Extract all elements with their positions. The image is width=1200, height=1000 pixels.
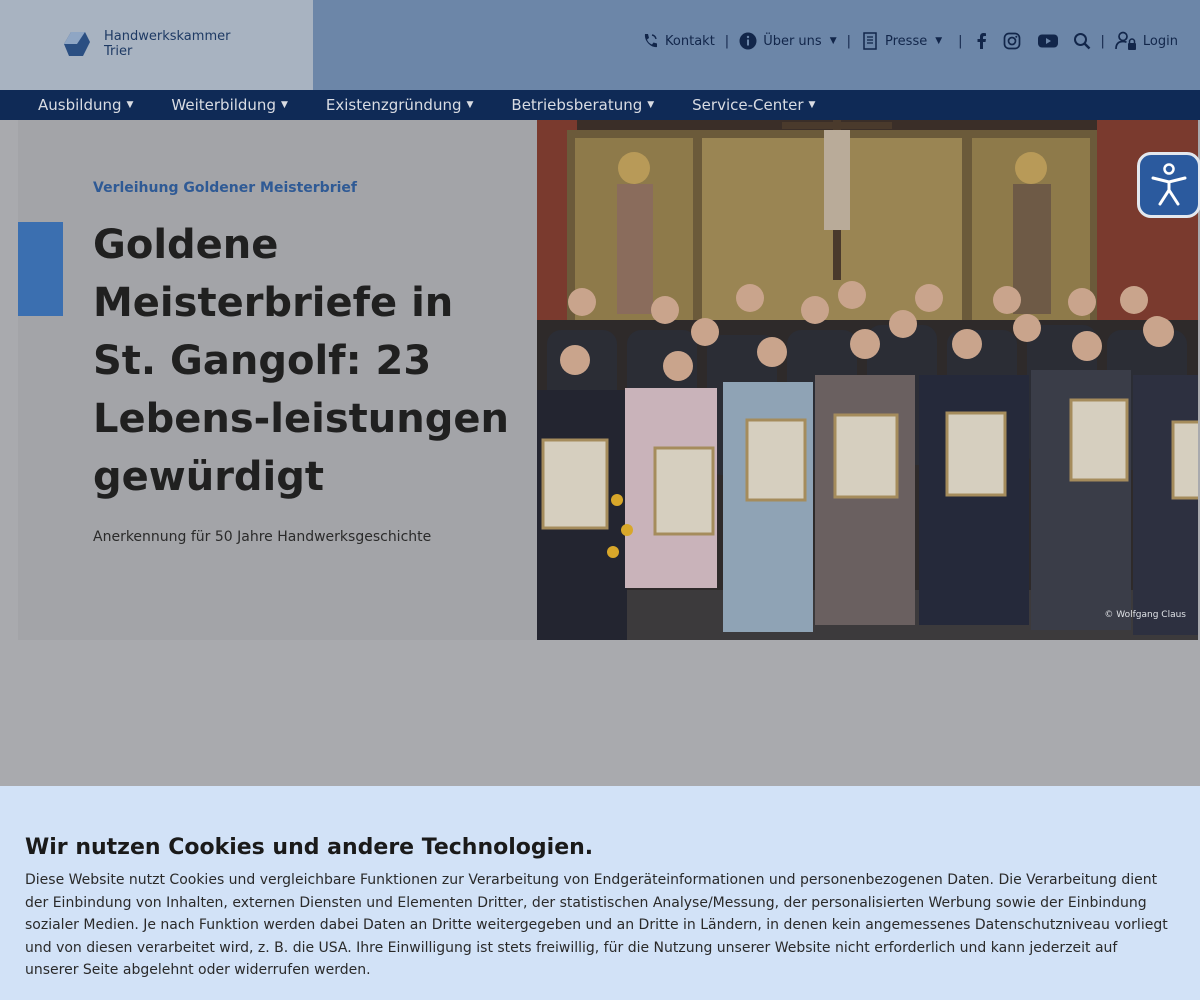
cookie-banner-text: Diese Website nutzt Cookies und vergleic… <box>25 872 1168 978</box>
separator: | <box>846 33 851 49</box>
brand-name-line1: Handwerkskammer <box>104 29 231 44</box>
instagram-icon[interactable] <box>1003 32 1021 50</box>
nav-item-label: Service-Center <box>692 96 804 114</box>
hero-headline[interactable]: Goldene Meisterbriefe in St. Gangolf: 23… <box>93 216 513 506</box>
nav-item-existenzgruendung[interactable]: Existenzgründung ▼ <box>326 96 474 114</box>
cookie-banner-title: Wir nutzen Cookies und andere Technologi… <box>25 835 594 860</box>
accent-bar <box>18 222 63 316</box>
nav-item-label: Existenzgründung <box>325 96 462 114</box>
chevron-down-icon: ▼ <box>935 36 943 46</box>
logo-text: Handwerkskammer Trier <box>104 29 230 59</box>
facebook-icon[interactable] <box>973 32 991 50</box>
nav-item-service-center[interactable]: Service-Center ▼ <box>692 96 815 114</box>
nav-item-label: Betriebsberatung <box>511 96 643 114</box>
youtube-icon[interactable] <box>1037 32 1059 50</box>
search-icon[interactable] <box>1073 32 1091 50</box>
chevron-down-icon: ▼ <box>808 100 816 110</box>
nav-item-ausbildung[interactable]: Ausbildung ▼ <box>38 96 133 114</box>
chevron-down-icon: ▼ <box>126 100 134 110</box>
hero-kicker[interactable]: Verleihung Goldener Meisterbrief <box>93 180 357 196</box>
brand-name-line2: Trier <box>104 44 133 59</box>
document-icon <box>863 32 877 50</box>
about-dropdown[interactable]: Über uns ▼ <box>739 32 837 50</box>
nav-item-betriebsberatung[interactable]: Betriebsberatung ▼ <box>511 96 654 114</box>
photo-credit: © Wolfgang Claus <box>1104 610 1186 620</box>
info-icon <box>739 32 757 50</box>
user-lock-icon <box>1115 31 1136 50</box>
logo-icon <box>64 32 90 56</box>
group-photo-image <box>537 120 1198 640</box>
separator: | <box>1100 33 1105 49</box>
separator: | <box>958 33 963 49</box>
main-navigation: Ausbildung ▼ Weiterbildung ▼ Existenzgründ… <box>0 90 1200 120</box>
nav-item-label: Ausbildung <box>38 96 122 114</box>
top-header: Handwerkskammer Trier Kontakt | Über uns… <box>0 0 1200 90</box>
login-label: Login <box>1142 33 1178 49</box>
chevron-down-icon: ▼ <box>280 100 288 110</box>
contact-link[interactable]: Kontakt <box>641 32 715 50</box>
accessibility-button[interactable] <box>1137 152 1200 218</box>
hero-subline: Anerkennung für 50 Jahre Handwerksgeschi… <box>93 529 432 545</box>
accessibility-icon <box>1151 163 1187 206</box>
about-label: Über uns <box>763 33 822 49</box>
nav-item-label: Weiterbildung <box>171 96 276 114</box>
phone-icon <box>644 34 658 48</box>
chevron-down-icon: ▼ <box>466 100 474 110</box>
hero-photo[interactable]: © Wolfgang Claus <box>537 120 1198 640</box>
press-dropdown[interactable]: Presse ▼ <box>861 32 942 50</box>
logo-area[interactable]: Handwerkskammer Trier <box>0 0 313 90</box>
utility-nav: Kontakt | Über uns ▼ | Presse ▼ | | Login <box>641 26 1178 56</box>
press-label: Presse <box>885 33 928 49</box>
nav-item-weiterbildung[interactable]: Weiterbildung ▼ <box>171 96 287 114</box>
separator: | <box>724 33 730 49</box>
contact-label: Kontakt <box>665 33 715 49</box>
chevron-down-icon: ▼ <box>829 36 837 46</box>
login-link[interactable]: Login <box>1115 31 1178 51</box>
chevron-down-icon: ▼ <box>647 100 655 110</box>
